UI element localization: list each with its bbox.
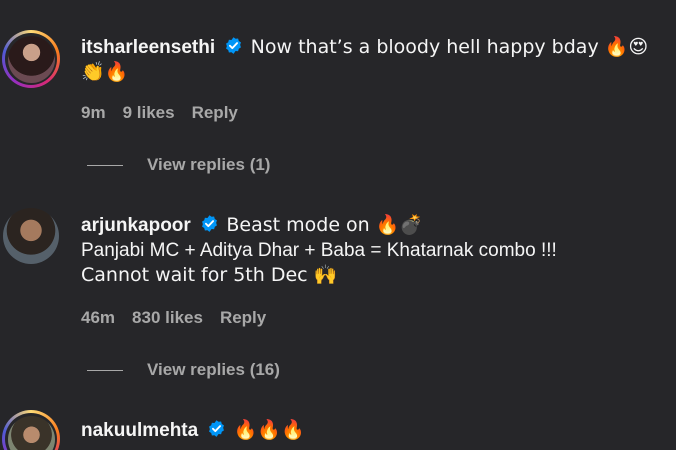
comment-text-line: arjunkapoor Beast mode on 🔥💣 [81,213,671,238]
comment-body: itsharleensethi Now that’s a bloody hell… [81,35,671,85]
view-replies-label: View replies (1) [147,155,271,174]
comment-text-continued: Panjabi MC + Aditya Dhar + Baba = Khatar… [81,240,557,261]
comment-meta: 9m 9 likes Reply [81,103,238,123]
comment-body: nakuulmehta 🔥🔥🔥 [81,418,671,443]
avatar-story-ring[interactable] [2,30,60,88]
comment-text-line: itsharleensethi Now that’s a bloody hell… [81,35,671,60]
comment-text-line: nakuulmehta 🔥🔥🔥 [81,418,671,443]
verified-badge-icon [209,420,225,437]
comment-text: 🔥🔥🔥 [233,419,305,441]
verified-badge-icon [226,37,242,54]
reply-button[interactable]: Reply [192,103,238,123]
avatar-border [5,413,57,450]
comment-text: Now that’s a bloody hell happy bday 🔥😍 [250,36,649,58]
comment-likes[interactable]: 830 likes [132,308,203,328]
avatar [7,415,55,450]
username[interactable]: nakuulmehta [81,420,198,441]
view-replies-button[interactable]: View replies (16) [87,360,280,380]
avatar [7,35,55,83]
replies-divider [87,369,123,371]
comment-text: Beast mode on 🔥💣 [226,214,424,236]
avatar-container[interactable] [2,207,60,265]
view-replies-label: View replies (16) [147,360,280,379]
comments-list: itsharleensethi Now that’s a bloody hell… [0,0,676,450]
username[interactable]: itsharleensethi [81,37,215,58]
comment-meta: 46m 830 likes Reply [81,308,266,328]
verified-badge-icon [202,215,218,232]
comment-time: 9m [81,103,106,122]
comment-text-continued: 👏🔥 [81,61,129,83]
avatar [3,208,59,264]
comment-time: 46m [81,308,116,327]
avatar-border [5,33,57,85]
username[interactable]: arjunkapoor [81,215,191,236]
avatar-story-ring[interactable] [2,410,60,450]
replies-divider [87,164,123,166]
view-replies-button[interactable]: View replies (1) [87,155,270,175]
comment-body: arjunkapoor Beast mode on 🔥💣 Panjabi MC … [81,213,671,288]
comment-likes[interactable]: 9 likes [123,103,175,123]
comment-text-continued: Cannot wait for 5th Dec 🙌 [81,264,338,286]
reply-button[interactable]: Reply [220,308,266,328]
